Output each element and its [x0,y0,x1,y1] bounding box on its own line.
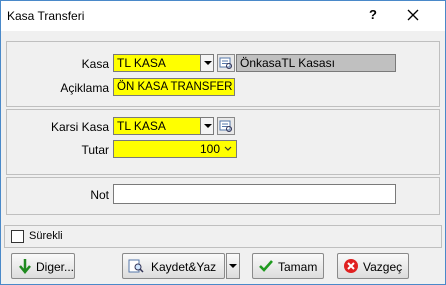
check-icon [258,258,274,274]
diger-button[interactable]: Diger... [11,253,75,279]
print-preview-icon [128,258,144,274]
title-bar: Kasa Transferi ? [1,1,445,31]
tutar-input[interactable]: 100 [113,140,237,158]
karsi-kasa-lookup-button[interactable] [217,117,235,135]
surekli-checkbox[interactable] [11,230,24,243]
tamam-button[interactable]: Tamam [252,253,324,279]
tutar-label: Tutar [81,143,109,157]
not-input[interactable] [113,184,396,204]
kasa-select[interactable]: TL KASA [113,54,201,72]
kasa-lookup-button[interactable] [217,54,235,72]
surekli-label: Sürekli [29,230,63,242]
down-arrow-icon [17,258,33,274]
kaydet-yaz-dropdown[interactable] [226,253,240,279]
diger-label: Diger... [36,260,75,274]
vazgec-label: Vazgeç [363,260,403,274]
kasa-dropdown-arrow[interactable] [200,54,214,72]
close-icon[interactable] [403,5,423,25]
window-title: Kasa Transferi [7,9,85,23]
lookup-icon [219,120,232,132]
kaydet-yaz-label: Kaydet&Yaz [151,260,217,274]
kasa-transferi-dialog: Kasa Transferi ? Kasa TL KASA ÖnkasaTL K… [0,0,446,285]
kasa-label: Kasa [81,57,109,71]
karsi-kasa-select[interactable]: TL KASA [113,117,201,135]
lookup-icon [219,57,232,69]
help-button[interactable]: ? [365,7,381,25]
karsi-kasa-dropdown-arrow[interactable] [200,117,214,135]
aciklama-input[interactable]: ÖN KASA TRANSFER [113,78,235,96]
karsi-kasa-label: Karsi Kasa [50,120,109,134]
tamam-label: Tamam [278,260,318,274]
tutar-chevron-icon[interactable] [223,141,235,157]
cancel-icon [343,258,359,274]
kaydet-yaz-button[interactable]: Kaydet&Yaz [122,253,225,279]
options-bar: Sürekli [4,225,442,248]
vazgec-button[interactable]: Vazgeç [337,253,409,279]
kasa-panel [6,41,440,107]
not-label: Not [90,188,109,202]
aciklama-label: Açiklama [60,81,109,95]
kasa-description: ÖnkasaTL Kasası [236,54,396,72]
